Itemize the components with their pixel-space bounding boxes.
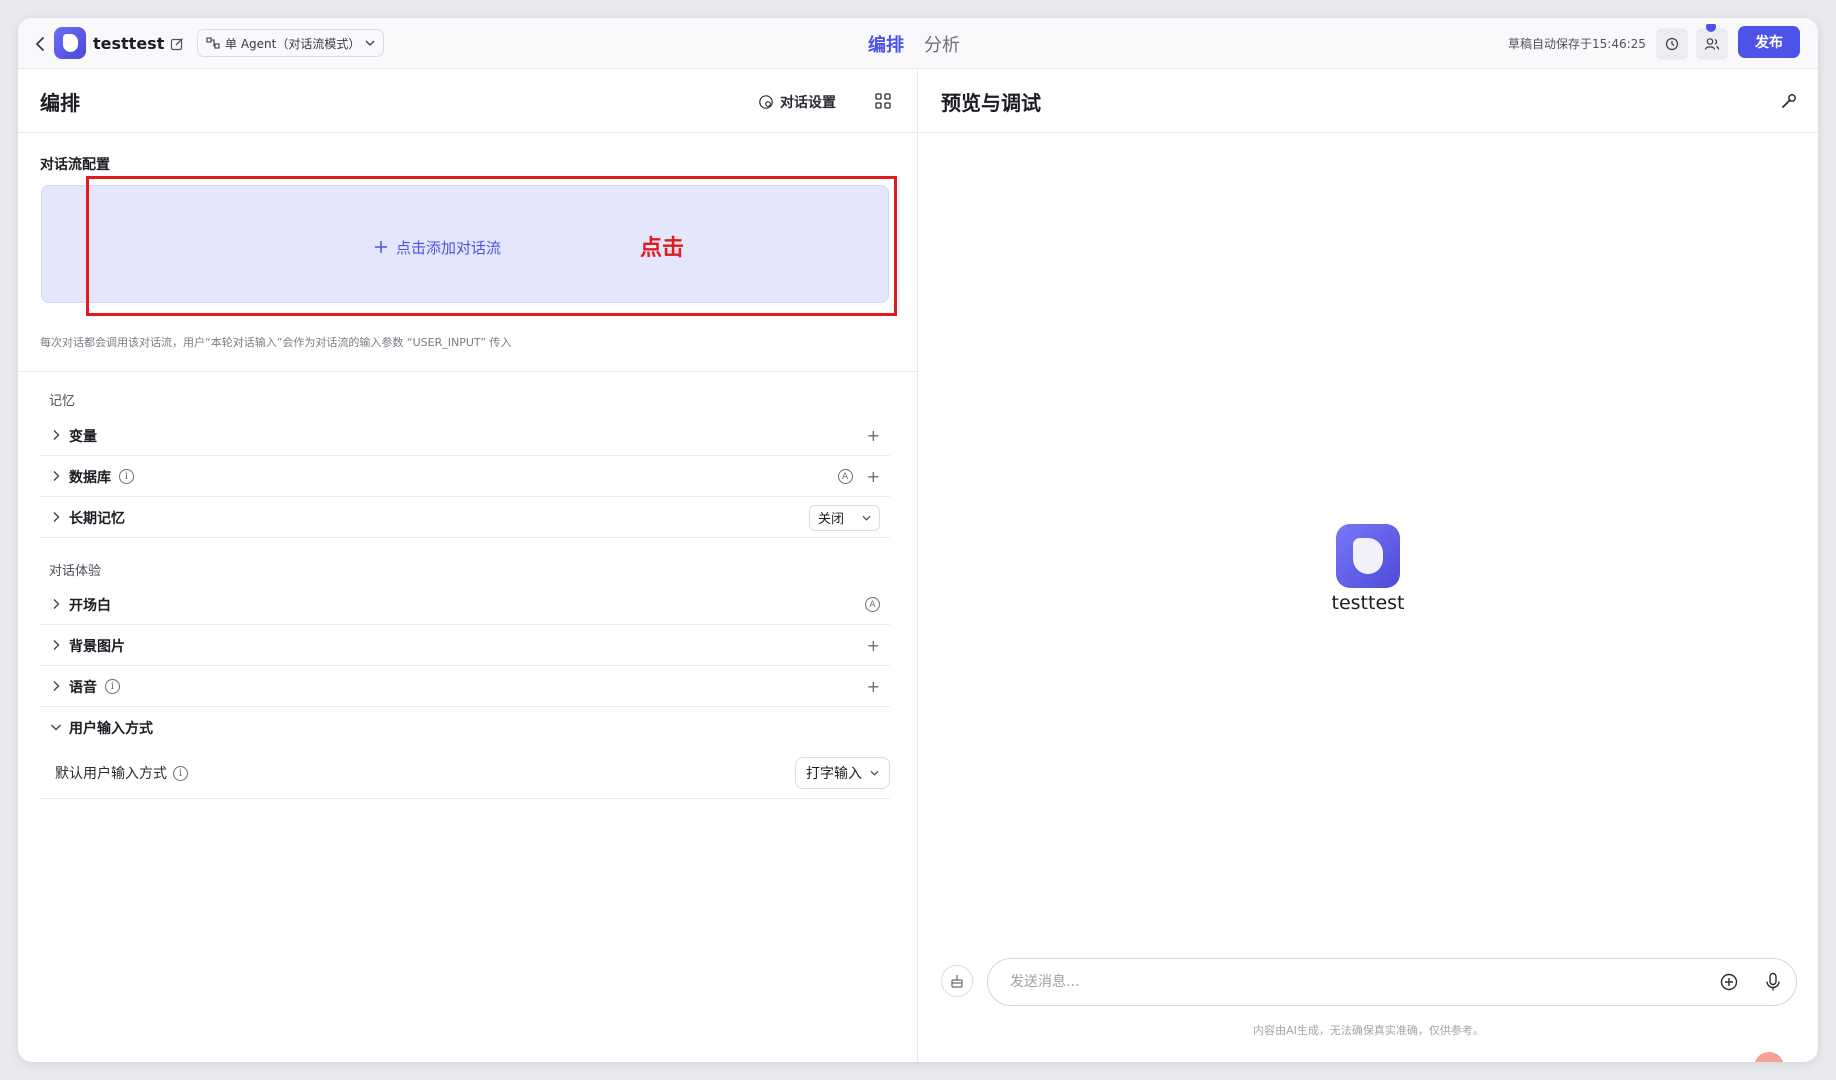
ai-disclaimer: 内容由AI生成，无法确保真实准确，仅供参考。 <box>1253 1024 1484 1037</box>
history-button[interactable] <box>1656 28 1688 60</box>
tab-analytics[interactable]: 分析 <box>924 31 960 57</box>
tab-orchestrate[interactable]: 编排 <box>868 31 904 57</box>
back-button[interactable] <box>30 18 50 69</box>
input-mode-label: 用户输入方式 <box>69 720 153 737</box>
chevron-right-icon <box>53 471 60 481</box>
memory-row-variables[interactable]: 变量 + <box>40 415 890 456</box>
preview-panel-header: 预览与调试 <box>919 70 1818 133</box>
add-voice-icon[interactable]: + <box>867 678 880 695</box>
long-term-memory-value: 关闭 <box>817 512 844 527</box>
chevron-down-icon <box>862 515 871 521</box>
add-background-icon[interactable]: + <box>867 637 880 654</box>
experience-row-background[interactable]: 背景图片 + <box>40 625 890 666</box>
chevron-right-icon <box>53 640 60 650</box>
opening-label: 开场白 <box>69 597 111 614</box>
collaborators-button[interactable] <box>1696 28 1728 60</box>
main-tabs: 编排 分析 <box>868 18 960 69</box>
layout-grid-icon[interactable] <box>874 92 892 110</box>
history-icon <box>1665 37 1679 51</box>
assistant-float-icon[interactable] <box>1754 1052 1784 1062</box>
bot-name: testtest <box>1331 592 1405 614</box>
database-label: 数据库 <box>69 469 111 486</box>
long-term-memory-label: 长期记忆 <box>69 510 125 527</box>
default-input-mode-value: 打字输入 <box>806 766 862 782</box>
chevron-right-icon <box>53 512 60 522</box>
flow-config-title: 对话流配置 <box>40 157 110 173</box>
add-attachment-icon[interactable] <box>1720 973 1738 991</box>
agent-mode-label: 单 Agent（对话流模式） <box>225 36 361 51</box>
experience-group-label: 对话体验 <box>49 564 102 579</box>
chevron-down-icon <box>365 40 375 46</box>
settings-chat-icon <box>759 94 773 109</box>
auto-mode-icon[interactable]: A <box>837 469 853 484</box>
default-input-mode-select[interactable]: 打字输入 <box>795 757 890 789</box>
orchestrate-panel: 编排 对话设置 对话流配置 点击添加对话流 点击 每次对话都会调用该对话流，用户… <box>18 70 918 1062</box>
top-bar: testtest 单 Agent（对话流模式） 编排 分析 草稿自动保存于15:… <box>18 18 1818 69</box>
message-input[interactable] <box>1010 959 1660 1005</box>
orchestrate-panel-header: 编排 对话设置 <box>18 70 917 133</box>
clear-history-button[interactable] <box>941 965 973 997</box>
debug-tools-icon[interactable] <box>1780 92 1798 110</box>
chevron-down-icon <box>870 770 879 776</box>
section-divider <box>18 371 917 372</box>
info-icon[interactable]: i <box>105 679 120 694</box>
panel-title: 编排 <box>40 91 80 115</box>
workflow-icon <box>206 37 220 49</box>
default-input-mode-row: 默认用户输入方式 i 打字输入 <box>40 747 890 799</box>
info-icon[interactable]: i <box>119 469 134 484</box>
message-input-box <box>987 958 1797 1006</box>
autosave-status: 草稿自动保存于15:46:25 <box>1508 37 1646 51</box>
preview-panel: 预览与调试 testtest 内容由AI生成，无法确保真实准确，仅供参考。 <box>919 70 1818 1062</box>
experience-row-opening[interactable]: 开场白 A <box>40 584 890 625</box>
add-database-icon[interactable]: + <box>867 468 880 485</box>
edit-name-button[interactable] <box>169 18 185 69</box>
add-variable-icon[interactable]: + <box>867 427 880 444</box>
auto-mode-icon[interactable]: A <box>865 597 880 612</box>
memory-group-label: 记忆 <box>49 394 76 409</box>
chevron-down-icon <box>51 724 61 731</box>
memory-row-database[interactable]: 数据库 i A + <box>40 456 890 497</box>
variables-label: 变量 <box>69 428 97 445</box>
app-window: testtest 单 Agent（对话流模式） 编排 分析 草稿自动保存于15:… <box>18 18 1818 1062</box>
conversation-settings-label: 对话设置 <box>780 94 836 111</box>
app-name: testtest <box>93 34 165 53</box>
app-logo-icon <box>54 27 86 59</box>
default-input-mode-label: 默认用户输入方式 <box>55 766 167 782</box>
memory-row-long-term[interactable]: 长期记忆 关闭 <box>40 497 890 538</box>
users-icon <box>1704 38 1720 50</box>
chevron-right-icon <box>53 430 60 440</box>
flow-hint-text: 每次对话都会调用该对话流，用户“本轮对话输入”会作为对话流的输入参数 “USER… <box>40 336 512 349</box>
long-term-memory-select[interactable]: 关闭 <box>808 504 880 531</box>
annotation-highlight-box <box>86 176 897 316</box>
background-label: 背景图片 <box>69 638 125 655</box>
chevron-left-icon <box>35 36 44 51</box>
edit-icon <box>170 37 183 50</box>
voice-label: 语音 <box>69 679 97 696</box>
conversation-settings-button[interactable]: 对话设置 <box>758 70 836 133</box>
info-icon[interactable]: i <box>173 765 188 781</box>
chevron-right-icon <box>53 681 60 691</box>
experience-row-input-mode[interactable]: 用户输入方式 <box>40 707 890 748</box>
broom-icon <box>951 975 963 988</box>
publish-button[interactable]: 发布 <box>1738 26 1800 58</box>
microphone-icon[interactable] <box>1764 972 1782 992</box>
chevron-right-icon <box>53 599 60 609</box>
agent-mode-select[interactable]: 单 Agent（对话流模式） <box>197 29 385 57</box>
bot-avatar <box>1336 524 1400 588</box>
preview-title: 预览与调试 <box>941 91 1041 115</box>
experience-row-voice[interactable]: 语音 i + <box>40 666 890 707</box>
annotation-click-label: 点击 <box>640 236 685 261</box>
